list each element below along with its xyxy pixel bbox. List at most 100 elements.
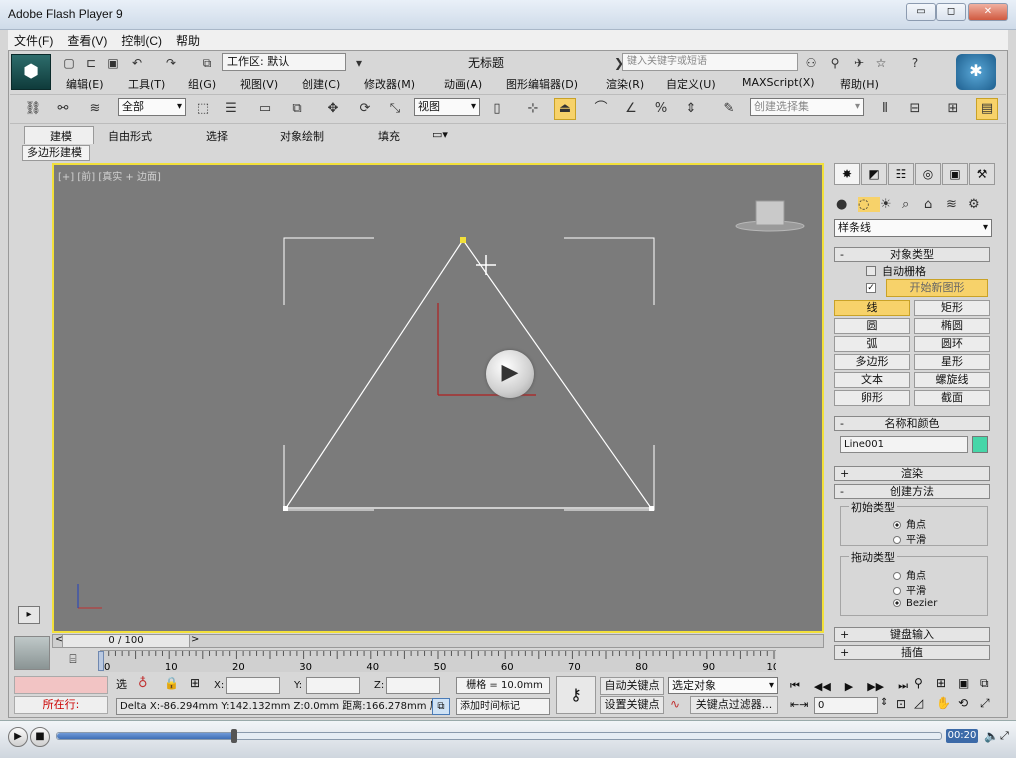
edit-named-selection-icon[interactable]: ✎ <box>718 98 740 120</box>
drag-smooth-radio[interactable]: 平滑 <box>893 582 926 597</box>
graphite-toggle-icon[interactable]: ▤ <box>976 98 998 120</box>
unlink-icon[interactable]: ⚯ <box>52 98 74 120</box>
object-color-swatch[interactable] <box>972 436 988 453</box>
ngon-button[interactable]: 多边形 <box>834 354 910 370</box>
geometry-icon[interactable]: ● <box>836 197 858 212</box>
menu-control[interactable]: 控制(C) <box>121 32 162 49</box>
app-logo-icon[interactable]: ⬢ <box>11 54 51 90</box>
lights-icon[interactable]: ☀ <box>880 197 902 212</box>
menu-tools[interactable]: 工具(T) <box>128 76 165 92</box>
viewport-label[interactable]: [+] [前] [真实 + 边面] <box>58 168 161 183</box>
initial-smooth-radio[interactable]: 平滑 <box>893 531 926 546</box>
rotate-icon[interactable]: ⟳ <box>354 98 376 120</box>
select-manipulate-icon[interactable]: ⊹ <box>522 98 544 120</box>
star-button[interactable]: 星形 <box>914 354 990 370</box>
utilities-tab-icon[interactable]: ⚒ <box>969 163 995 185</box>
next-frame-icon[interactable]: ▶▶ <box>867 680 884 693</box>
pan-icon[interactable]: ✋ <box>936 696 951 710</box>
modify-tab-icon[interactable]: ◩ <box>861 163 887 185</box>
tab-freeform[interactable]: 自由形式 <box>108 128 152 144</box>
menu-view[interactable]: 查看(V) <box>67 32 107 49</box>
project-folder-icon[interactable]: ⧉ <box>198 54 216 72</box>
ellipse-button[interactable]: 椭圆 <box>914 318 990 334</box>
redo-icon[interactable]: ↷ <box>162 54 180 72</box>
menu-file[interactable]: 文件(F) <box>14 32 53 49</box>
drag-corner-radio[interactable]: 角点 <box>893 567 926 582</box>
rectangle-button[interactable]: 矩形 <box>914 300 990 316</box>
display-tab-icon[interactable]: ▣ <box>942 163 968 185</box>
current-frame-marker[interactable] <box>98 651 104 671</box>
go-to-start-icon[interactable]: ⏮ <box>790 679 800 693</box>
player-progress-bar[interactable] <box>56 729 942 743</box>
go-to-end-icon[interactable]: ⏭ <box>898 679 908 693</box>
restore-button[interactable]: ◻ <box>936 3 966 21</box>
key-mode-icon[interactable]: ∿ <box>670 697 680 711</box>
initial-corner-radio[interactable]: 角点 <box>893 516 926 531</box>
auto-key-button[interactable]: 自动关键点 <box>600 677 664 695</box>
play-icon[interactable]: ▶ <box>845 680 853 693</box>
x-coordinate-input[interactable] <box>226 677 280 694</box>
maxscript-listener-field[interactable] <box>14 676 108 694</box>
drag-bezier-radio[interactable]: Bezier <box>893 598 937 609</box>
start-new-shape-checkbox[interactable]: ✓ <box>866 283 876 293</box>
percent-snap-icon[interactable]: % <box>650 98 672 120</box>
menu-edit[interactable]: 编辑(E) <box>66 76 104 92</box>
rollout-rendering[interactable]: + 渲染 <box>834 466 990 481</box>
menu-modifiers[interactable]: 修改器(M) <box>364 76 415 92</box>
ribbon-options-icon[interactable]: ▭▾ <box>432 128 448 141</box>
scale-icon[interactable]: ⤡ <box>384 98 406 120</box>
spline-vertex[interactable] <box>649 506 654 511</box>
front-viewport[interactable]: [+] [前] [真实 + 边面] ▶ <box>52 163 824 633</box>
frame-spinner-icon[interactable]: ⇕ <box>880 697 888 708</box>
menu-help[interactable]: 帮助 <box>176 32 200 49</box>
select-object-icon[interactable]: ⬚ <box>192 98 214 120</box>
shapes-icon[interactable]: ◌ <box>858 196 880 212</box>
volume-icon[interactable]: 🔈 <box>984 729 999 743</box>
zoom-icon[interactable]: ⚲ <box>914 676 923 690</box>
selection-filter-dropdown[interactable]: 全部 <box>118 98 186 116</box>
snaps-toggle-icon[interactable]: ⌒ <box>590 98 612 120</box>
search-input[interactable]: 键入关键字或短语 <box>622 53 798 71</box>
set-key-button[interactable]: 设置关键点 <box>600 696 664 714</box>
workspace-dropdown[interactable]: 工作区: 默认 <box>222 53 346 71</box>
select-by-name-icon[interactable]: ☰ <box>220 98 242 120</box>
subscription-icon[interactable]: ⚲ <box>826 54 844 72</box>
time-configuration-icon[interactable]: ⊡ <box>896 697 906 711</box>
menu-graph-editors[interactable]: 图形编辑器(D) <box>506 76 578 92</box>
tab-object-paint[interactable]: 对象绘制 <box>280 128 324 144</box>
player-progress-thumb[interactable] <box>230 729 237 743</box>
egg-button[interactable]: 卵形 <box>834 390 910 406</box>
menu-rendering[interactable]: 渲染(R) <box>606 76 644 92</box>
motion-tab-icon[interactable]: ◎ <box>915 163 941 185</box>
menu-group[interactable]: 组(G) <box>188 76 216 92</box>
angle-snap-icon[interactable]: ∠ <box>620 98 642 120</box>
rollout-interpolation[interactable]: + 插值 <box>834 645 990 660</box>
tab-modeling[interactable]: 建模 <box>50 128 72 144</box>
fullscreen-icon[interactable]: ⤢ <box>1000 729 1009 743</box>
track-bar[interactable]: 0 10 20 30 40 50 60 70 80 90 100 <box>98 650 786 673</box>
line-button[interactable]: 线 <box>834 300 910 316</box>
time-next-icon[interactable]: > <box>191 634 199 645</box>
time-tag-icon[interactable]: ⧉ <box>432 698 450 715</box>
z-coordinate-input[interactable] <box>386 677 440 694</box>
line001-spline[interactable] <box>283 237 654 511</box>
pivot-center-icon[interactable]: ▯ <box>486 98 508 120</box>
rectangular-selection-icon[interactable]: ▭ <box>254 98 276 120</box>
helix-button[interactable]: 螺旋线 <box>914 372 990 388</box>
menu-create[interactable]: 创建(C) <box>302 76 340 92</box>
shape-category-dropdown[interactable]: 样条线 <box>834 219 992 237</box>
player-stop-icon[interactable]: ■ <box>30 727 50 747</box>
key-filters-button[interactable]: 关键点过滤器... <box>690 696 778 714</box>
start-new-shape-button[interactable]: 开始新图形 <box>886 279 988 297</box>
menu-help-app[interactable]: 帮助(H) <box>840 76 879 92</box>
window-crossing-icon[interactable]: ⧉ <box>286 98 308 120</box>
layer-manager-icon[interactable]: ⊞ <box>942 98 964 120</box>
communication-icon[interactable]: ✈ <box>850 54 868 72</box>
current-frame-input[interactable]: 0 <box>814 697 878 714</box>
zoom-extents-icon[interactable]: ▣ <box>958 676 969 690</box>
zoom-all-icon[interactable]: ⊞ <box>936 676 946 690</box>
spinner-snap-icon[interactable]: ⇕ <box>680 98 702 120</box>
menu-maxscript[interactable]: MAXScript(X) <box>742 76 815 89</box>
systems-icon[interactable]: ⚙ <box>968 197 990 212</box>
hierarchy-tab-icon[interactable]: ☷ <box>888 163 914 185</box>
